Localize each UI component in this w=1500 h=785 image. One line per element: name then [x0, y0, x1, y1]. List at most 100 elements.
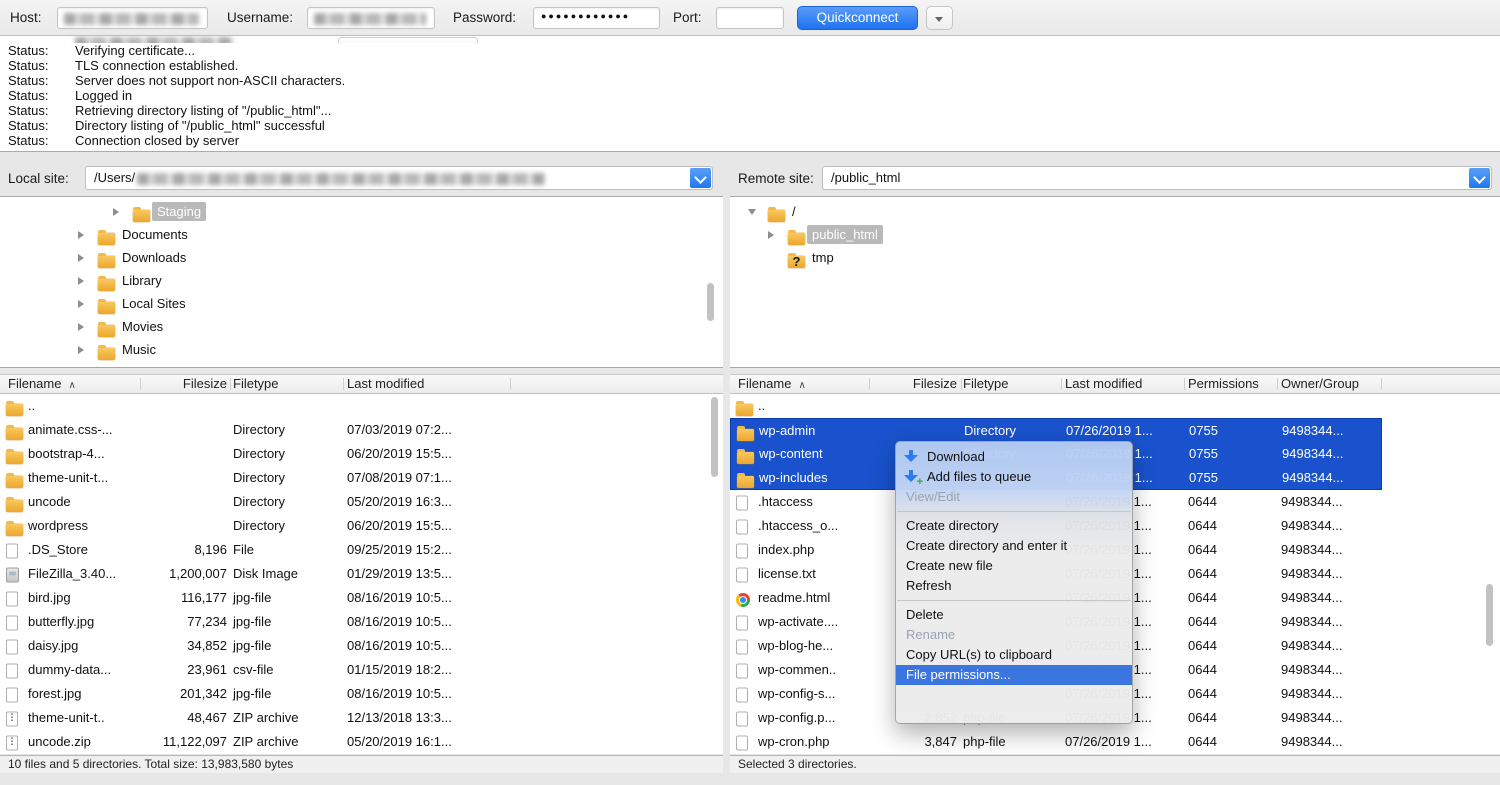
menu-item-file-permissions[interactable]: File permissions...	[896, 665, 1132, 685]
cell-filesize: 201,342	[88, 682, 227, 706]
file-row[interactable]: forest.jpg201,342jpg-file08/16/2019 10:5…	[0, 682, 723, 706]
file-row[interactable]: bird.jpg116,177jpg-file08/16/2019 10:5..…	[0, 586, 723, 610]
file-row[interactable]: theme-unit-t..48,467ZIP archive12/13/201…	[0, 706, 723, 730]
tree-item-music[interactable]: Music	[0, 338, 723, 361]
tree-item-local-sites[interactable]: Local Sites	[0, 292, 723, 315]
menu-item-view-edit[interactable]: View/Edit	[896, 487, 1132, 507]
tree-item-staging[interactable]: Staging	[0, 200, 723, 223]
column-header-last-modified[interactable]: Last modified	[1065, 375, 1142, 393]
column-header-filesize[interactable]: Filesize	[88, 375, 227, 393]
chevron-down-icon	[694, 171, 707, 184]
column-header-last-modified[interactable]: Last modified	[347, 375, 424, 393]
menu-item-create-directory-and-enter-it[interactable]: Create directory and enter it	[896, 536, 1132, 556]
column-separator[interactable]	[140, 378, 141, 390]
tree-item-public-html[interactable]: public_html	[730, 223, 1500, 246]
column-separator[interactable]	[1277, 378, 1278, 390]
cell-filetype: Directory	[233, 418, 285, 442]
port-input[interactable]	[716, 7, 784, 29]
remote-site-dropdown-button[interactable]	[1469, 168, 1490, 188]
menu-item-add-files-to-queue[interactable]: +Add files to queue	[896, 467, 1132, 487]
quickconnect-button[interactable]: Quickconnect	[797, 6, 918, 30]
expand-arrow-icon[interactable]	[78, 231, 84, 239]
expand-arrow-icon[interactable]	[78, 323, 84, 331]
folder-icon	[788, 233, 805, 245]
cell-filename: forest.jpg	[28, 682, 81, 706]
menu-item-refresh[interactable]: Refresh	[896, 576, 1132, 596]
file-row[interactable]: dummy-data...23,961csv-file01/15/2019 18…	[0, 658, 723, 682]
cell-last-modified: 06/20/2019 15:5...	[347, 514, 452, 538]
file-row[interactable]: butterfly.jpg77,234jpg-file08/16/2019 10…	[0, 610, 723, 634]
tree-label: /	[787, 202, 801, 221]
column-header-filename[interactable]: Filename∧	[738, 375, 806, 395]
expand-arrow-icon[interactable]	[78, 254, 84, 262]
column-separator[interactable]	[1381, 378, 1382, 390]
file-row[interactable]: theme-unit-t...Directory07/08/2019 07:1.…	[0, 466, 723, 490]
folder-icon	[6, 452, 23, 464]
column-separator[interactable]	[510, 378, 511, 390]
remote-site-combo[interactable]: /public_html	[822, 166, 1492, 190]
file-row[interactable]: daisy.jpg34,852jpg-file08/16/2019 10:5..…	[0, 634, 723, 658]
file-row[interactable]: animate.css-...Directory07/03/2019 07:2.…	[0, 418, 723, 442]
column-separator[interactable]	[1184, 378, 1185, 390]
password-input[interactable]: ●●●●●●●●●●●●	[533, 7, 660, 29]
cell-owner-group: 9498344...	[1281, 538, 1342, 562]
column-separator[interactable]	[343, 378, 344, 390]
tree-item-downloads[interactable]: Downloads	[0, 246, 723, 269]
tree-item-[interactable]: /	[730, 200, 1500, 223]
folder-icon	[737, 452, 754, 464]
tree-item-movies[interactable]: Movies	[0, 315, 723, 338]
expand-arrow-icon[interactable]	[768, 231, 774, 239]
column-separator[interactable]	[961, 378, 962, 390]
file-row[interactable]: FileZilla_3.40...1,200,007Disk Image01/2…	[0, 562, 723, 586]
column-header-filename[interactable]: Filename∧	[8, 375, 76, 395]
cell-owner-group: 9498344...	[1281, 610, 1342, 634]
tree-item-library[interactable]: Library	[0, 269, 723, 292]
file-row[interactable]: uncodeDirectory05/20/2019 16:3...	[0, 490, 723, 514]
file-row[interactable]: wp-adminDirectory07/26/2019 1...07559498…	[730, 418, 1382, 442]
file-icon	[6, 664, 18, 679]
column-separator[interactable]	[869, 378, 870, 390]
file-row[interactable]: ..	[0, 394, 723, 418]
local-site-combo[interactable]: /Users/	[85, 166, 713, 190]
file-row[interactable]: ..	[730, 394, 1500, 418]
column-header-filetype[interactable]: Filetype	[233, 375, 279, 393]
cell-filetype: Directory	[964, 419, 1016, 443]
file-row[interactable]: bootstrap-4...Directory06/20/2019 15:5..…	[0, 442, 723, 466]
status-message: Directory listing of "/public_html" succ…	[75, 118, 325, 133]
menu-item-create-new-file[interactable]: Create new file	[896, 556, 1132, 576]
cell-owner-group: 9498344...	[1281, 514, 1342, 538]
column-header-filetype[interactable]: Filetype	[963, 375, 1009, 393]
menu-item-download[interactable]: Download	[896, 447, 1132, 467]
quickconnect-dropdown-button[interactable]	[926, 6, 953, 30]
column-header-filesize[interactable]: Filesize	[818, 375, 957, 393]
host-input[interactable]	[57, 7, 208, 29]
column-header-owner-group[interactable]: Owner/Group	[1281, 375, 1359, 393]
disk-image-icon	[6, 568, 19, 583]
menu-item-rename[interactable]: Rename	[896, 625, 1132, 645]
tree-item-tmp[interactable]: ?tmp	[730, 246, 1500, 269]
column-header-permissions[interactable]: Permissions	[1188, 375, 1259, 393]
cell-last-modified: 07/08/2019 07:1...	[347, 466, 452, 490]
collapse-arrow-icon[interactable]	[748, 209, 756, 215]
file-row[interactable]: uncode.zip11,122,097ZIP archive05/20/201…	[0, 730, 723, 754]
tree-label: Local Sites	[117, 294, 191, 313]
expand-arrow-icon[interactable]	[78, 277, 84, 285]
cell-filesize: 8,196	[88, 538, 227, 562]
username-input[interactable]	[307, 7, 435, 29]
file-row[interactable]: .DS_Store8,196File09/25/2019 15:2...	[0, 538, 723, 562]
expand-arrow-icon[interactable]	[113, 208, 119, 216]
expand-arrow-icon[interactable]	[78, 346, 84, 354]
menu-item-copy-url-s-to-clipboard[interactable]: Copy URL(s) to clipboard	[896, 645, 1132, 665]
local-site-dropdown-button[interactable]	[690, 168, 711, 188]
column-separator[interactable]	[1061, 378, 1062, 390]
file-row[interactable]: wp-cron.php3,847php-file07/26/2019 1...0…	[730, 730, 1500, 754]
folder-icon	[768, 210, 785, 222]
remote-directory-tree: / public_html?tmp	[730, 196, 1500, 368]
expand-arrow-icon[interactable]	[78, 300, 84, 308]
file-row[interactable]: wordpressDirectory06/20/2019 15:5...	[0, 514, 723, 538]
menu-item-delete[interactable]: Delete	[896, 605, 1132, 625]
column-separator[interactable]	[230, 378, 231, 390]
menu-item-create-directory[interactable]: Create directory	[896, 516, 1132, 536]
tree-item-documents[interactable]: Documents	[0, 223, 723, 246]
file-icon	[736, 736, 748, 751]
